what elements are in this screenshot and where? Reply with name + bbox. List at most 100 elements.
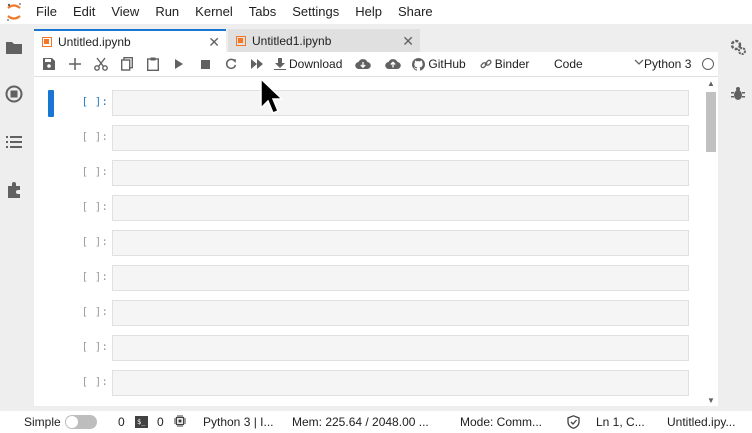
cell-input[interactable] [112,195,689,221]
folder-icon[interactable] [4,37,24,57]
kernels-indicator[interactable]: 0 [157,411,186,433]
binder-label: Binder [494,57,530,71]
menu-run[interactable]: Run [147,0,187,24]
save-icon[interactable] [36,52,62,76]
input-prompt: [ ]: [81,375,109,388]
menu-tabs[interactable]: Tabs [241,0,284,24]
code-cell[interactable]: [ ]: [34,300,704,327]
tab-untitled1[interactable]: Untitled1.ipynb ✕ [228,29,420,52]
menu-bar: File Edit View Run Kernel Tabs Settings … [0,0,752,24]
kernels-count: 0 [157,415,164,429]
cloud-upload-icon[interactable] [380,52,406,76]
menu-help[interactable]: Help [347,0,390,24]
memory-usage: Mem: 225.64 / 2048.00 ... [292,415,429,429]
code-cell[interactable]: [ ]: [34,195,704,222]
paste-icon[interactable] [140,52,166,76]
tab-label: Untitled1.ipynb [252,33,332,48]
menu-settings[interactable]: Settings [284,0,347,24]
simple-mode-toggle[interactable]: Simple [24,411,97,433]
code-cell[interactable]: [ ]: [34,370,704,397]
menu-kernel[interactable]: Kernel [187,0,241,24]
github-icon [412,57,426,71]
running-icon[interactable] [4,84,24,104]
cell-input[interactable] [112,300,689,326]
github-button[interactable]: GitHub [412,52,466,76]
cell-input[interactable] [112,370,689,396]
menu-view[interactable]: View [103,0,147,24]
menu-edit[interactable]: Edit [65,0,103,24]
property-inspector-icon[interactable] [728,37,748,57]
notebook-icon [42,37,52,47]
tab-label: Untitled.ipynb [58,35,131,49]
scroll-down-icon[interactable]: ▼ [707,396,715,405]
toc-icon[interactable] [4,132,24,152]
right-sidebar [724,24,752,411]
terminals-indicator[interactable]: 0 $_ [118,411,148,433]
run-icon[interactable] [166,52,192,76]
input-prompt: [ ]: [81,270,109,283]
trusted-icon[interactable] [567,411,580,433]
cell-input[interactable] [112,265,689,291]
cut-icon[interactable] [88,52,114,76]
restart-icon[interactable] [218,52,244,76]
extension-icon[interactable] [4,180,24,200]
mouse-cursor-icon [260,77,284,121]
kernel-status-icon [702,58,714,70]
toggle-switch[interactable] [64,415,97,429]
add-cell-icon[interactable] [62,52,88,76]
download-button[interactable]: Download [274,52,342,76]
cell-input[interactable] [112,230,689,256]
download-label: Download [289,57,343,71]
fast-forward-icon[interactable] [244,52,270,76]
code-cell[interactable]: [ ]: [34,160,704,187]
cloud-download-icon[interactable] [350,52,376,76]
notebook-mode: Mode: Comm... [460,415,543,429]
cpu-icon [173,414,186,430]
cursor-position[interactable]: Ln 1, C... [596,411,645,433]
code-cell[interactable]: [ ]: [34,125,704,152]
notebook-toolbar: Download GitHub Binder Code Python 3 [34,52,718,77]
scroll-up-icon[interactable]: ▲ [707,79,715,88]
close-icon[interactable]: ✕ [402,34,414,48]
binder-button[interactable]: Binder [480,52,530,76]
scroll-thumb[interactable] [706,92,716,152]
code-cell[interactable]: [ ]: [34,230,704,257]
input-prompt: [ ]: [81,165,109,178]
cell-input[interactable] [112,160,689,186]
simple-mode-label: Simple [24,415,61,429]
terminals-count: 0 [118,415,125,429]
cell-input[interactable] [112,90,689,116]
jupyter-logo-icon [0,0,28,24]
cell-type-select[interactable]: Code [548,52,652,76]
github-label: GitHub [428,57,466,71]
notebook-cells: [ ]: [ ]: [ ]: [ ]: [ ]: [ ]: [ ]: [ ]: … [34,78,718,406]
notebook-icon [236,35,246,46]
input-prompt: [ ]: [81,200,109,213]
stop-icon[interactable] [192,52,218,76]
copy-icon[interactable] [114,52,140,76]
link-icon [480,59,492,69]
input-prompt: [ ]: [81,130,109,143]
input-prompt: [ ]: [81,95,109,108]
close-icon[interactable]: ✕ [208,35,220,49]
terminal-icon: $_ [134,416,148,428]
menu-share[interactable]: Share [390,0,441,24]
input-prompt: [ ]: [81,235,109,248]
download-icon [274,58,286,70]
left-sidebar [0,24,28,411]
kernel-name[interactable]: Python 3 [644,52,691,76]
tab-untitled[interactable]: Untitled.ipynb ✕ [34,29,226,53]
code-cell[interactable]: [ ]: [34,335,704,362]
code-cell[interactable]: [ ]: [34,90,704,117]
cell-input[interactable] [112,335,689,361]
input-prompt: [ ]: [81,340,109,353]
debugger-icon[interactable] [728,84,748,104]
cell-input[interactable] [112,125,689,151]
menu-file[interactable]: File [28,0,65,24]
tab-bar: Untitled.ipynb ✕ Untitled1.ipynb ✕ [34,29,718,53]
vertical-scrollbar[interactable]: ▲ ▼ [704,78,718,406]
current-file: Untitled.ipy... [667,415,736,429]
kernel-info[interactable]: Python 3 | I... [203,411,274,433]
code-cell[interactable]: [ ]: [34,265,704,292]
chevron-down-icon [634,57,644,70]
